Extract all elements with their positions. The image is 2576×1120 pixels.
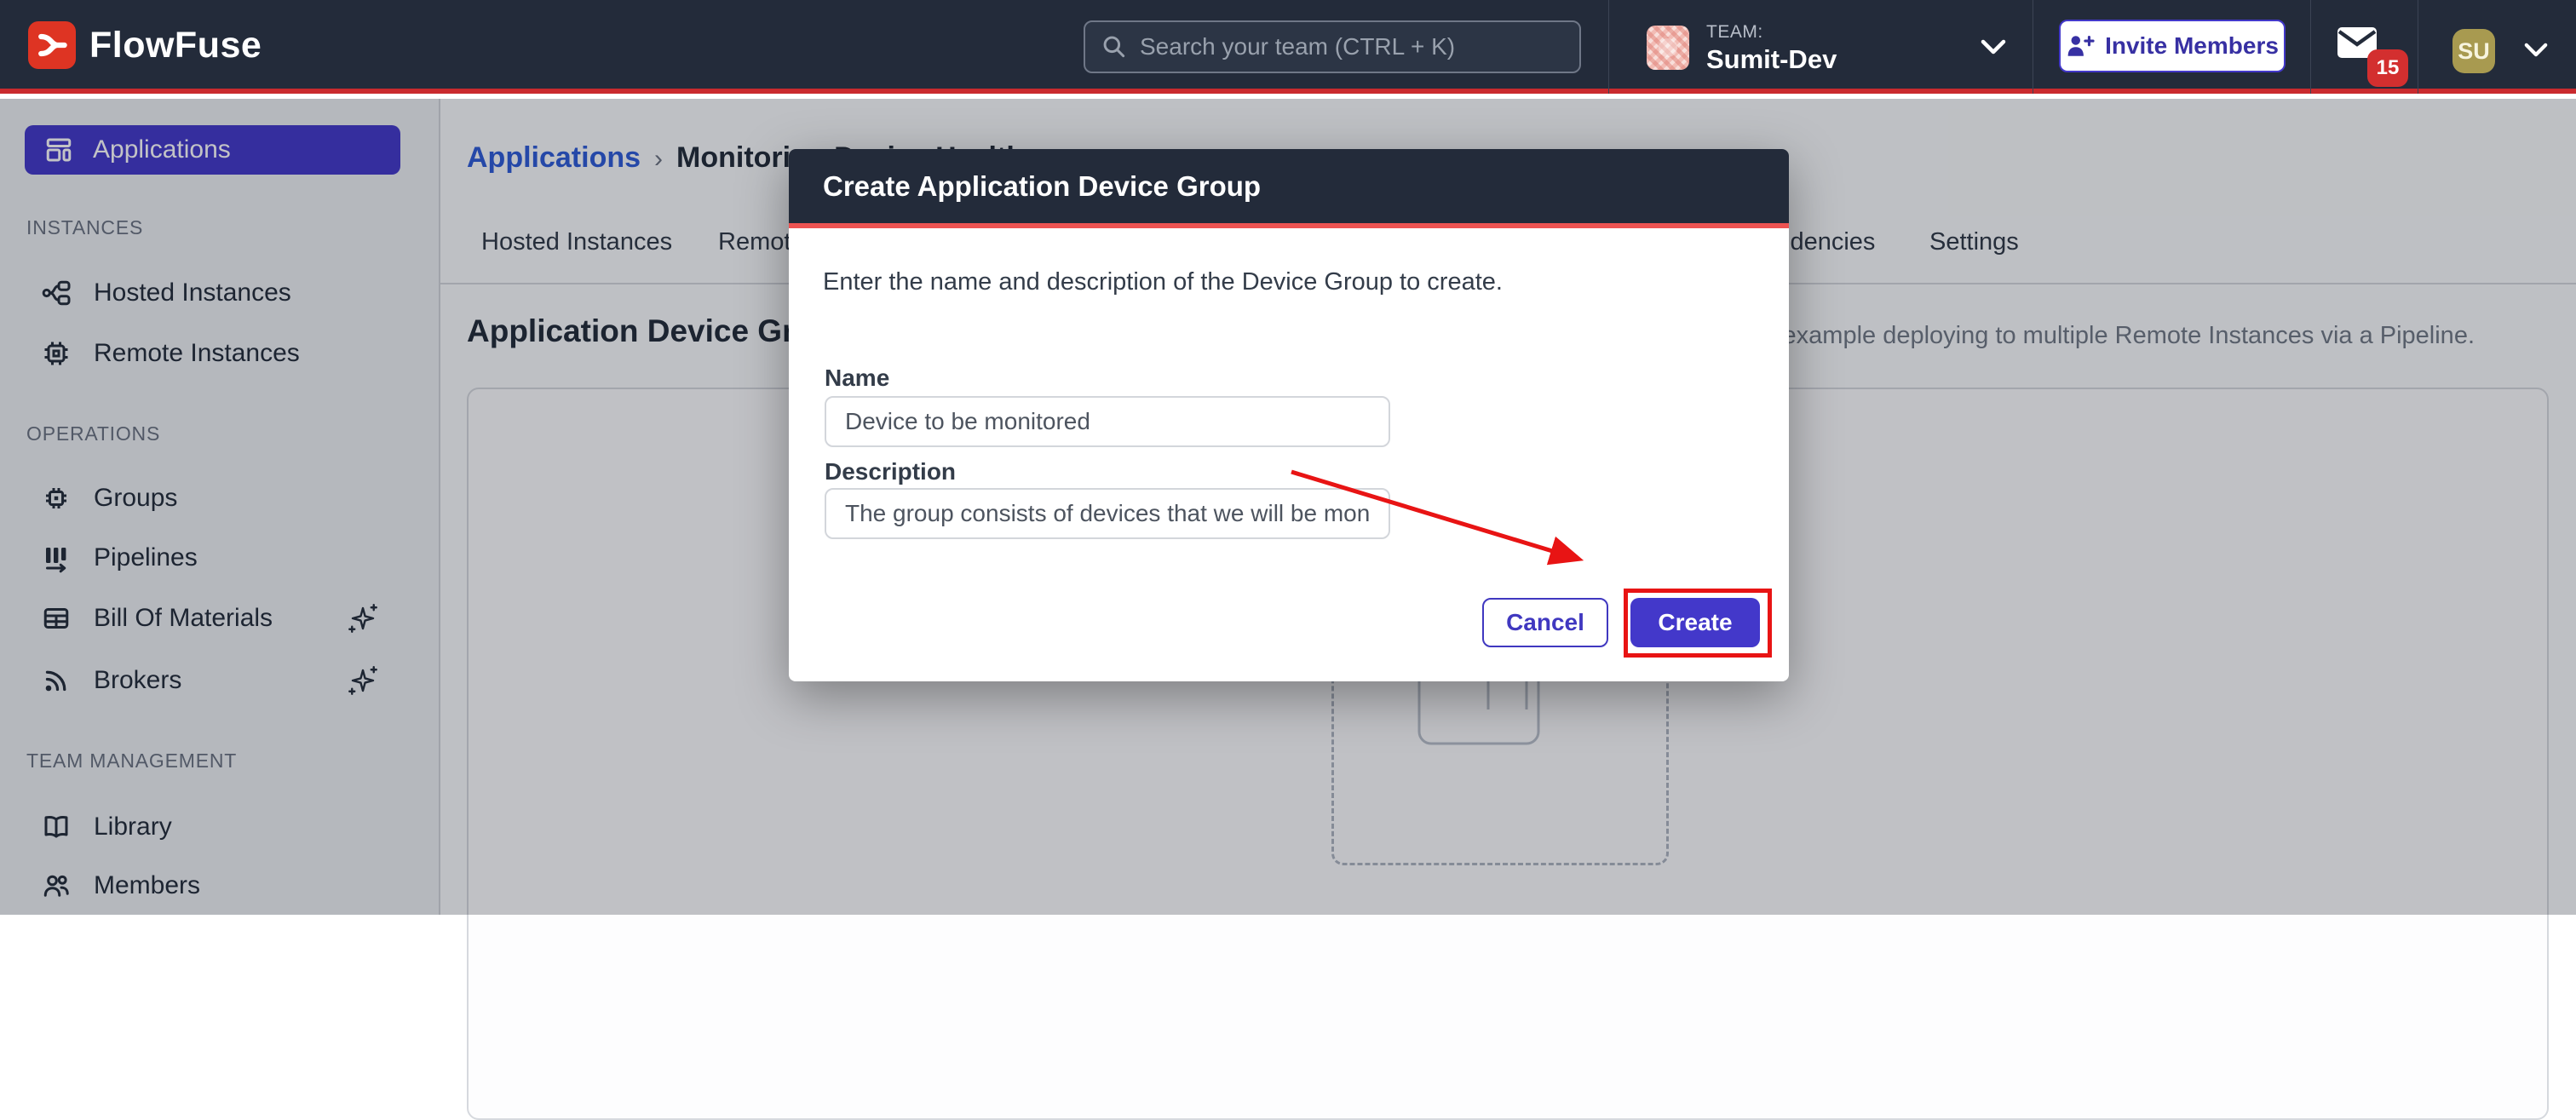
sidebar-item-label: Remote Instances — [94, 339, 300, 368]
notifications-button[interactable]: 15 — [2336, 26, 2412, 89]
invite-members-button[interactable]: Invite Members — [2059, 20, 2286, 72]
sparkles-icon — [348, 603, 378, 634]
team-selector[interactable]: TEAM: Sumit-Dev — [1647, 0, 2021, 94]
breadcrumb-applications-link[interactable]: Applications — [467, 141, 641, 175]
invite-members-label: Invite Members — [2105, 32, 2279, 60]
chevron-down-icon — [2524, 43, 2548, 57]
sidebar-item-label: Pipelines — [94, 543, 198, 572]
sidebar-item-label: Library — [94, 813, 172, 841]
description-label: Description — [825, 458, 956, 485]
name-field[interactable] — [825, 396, 1390, 447]
cancel-button[interactable]: Cancel — [1482, 598, 1608, 647]
sidebar-item-label: Brokers — [94, 666, 181, 695]
sparkles-icon — [348, 665, 378, 696]
groups-icon — [41, 483, 72, 514]
top-navbar: FlowFuse TEAM: Sumit-Dev Invite Members — [0, 0, 2576, 94]
logo-text: FlowFuse — [89, 25, 262, 66]
sidebar-item-label: Bill Of Materials — [94, 604, 273, 633]
sidebar-item-library[interactable]: Library — [41, 808, 407, 846]
chevron-down-icon — [1981, 39, 2006, 55]
sidebar-item-remote-instances[interactable]: Remote Instances — [41, 335, 407, 372]
create-device-group-modal: Create Application Device Group Enter th… — [789, 149, 1789, 681]
team-label: TEAM: — [1706, 22, 1763, 43]
team-name: Sumit-Dev — [1706, 44, 1837, 75]
sidebar-item-groups[interactable]: Groups — [41, 480, 407, 517]
sidebar-item-brokers[interactable]: Brokers — [41, 662, 407, 699]
sidebar-item-label: Applications — [93, 135, 231, 164]
sidebar-item-hosted-instances[interactable]: Hosted Instances — [41, 274, 407, 312]
pipelines-icon — [41, 543, 72, 573]
sidebar-section-operations: OPERATIONS — [26, 422, 160, 445]
sidebar-item-applications[interactable]: Applications — [25, 125, 400, 175]
bill-of-materials-icon — [41, 603, 72, 634]
search-icon — [1101, 33, 1128, 60]
page-description: example deploying to multiple Remote Ins… — [1783, 322, 2475, 350]
search-input[interactable] — [1140, 33, 1564, 60]
sidebar-section-instances: INSTANCES — [26, 216, 143, 239]
team-avatar — [1647, 26, 1689, 70]
modal-title: Create Application Device Group — [823, 170, 1261, 203]
sidebar-item-label: Members — [94, 871, 200, 900]
modal-header: Create Application Device Group — [789, 149, 1789, 223]
team-search[interactable] — [1084, 20, 1581, 73]
sidebar-item-pipelines[interactable]: Pipelines — [41, 539, 407, 577]
breadcrumb-separator: › — [654, 145, 663, 174]
tab-settings[interactable]: Settings — [1929, 228, 2019, 256]
flowfuse-logo[interactable]: FlowFuse — [28, 21, 262, 69]
sidebar-item-bill-of-materials[interactable]: Bill Of Materials — [41, 600, 407, 637]
brokers-icon — [41, 665, 72, 696]
hosted-instances-icon — [41, 278, 72, 308]
user-menu[interactable]: SU — [2452, 26, 2563, 77]
sidebar-item-label: Groups — [94, 484, 177, 513]
avatar: SU — [2452, 29, 2495, 73]
tab-hosted-instances[interactable]: Hosted Instances — [481, 228, 672, 256]
page-body: Applications INSTANCES Hosted Instances … — [0, 99, 2576, 915]
create-button[interactable]: Create — [1630, 598, 1760, 647]
navbar-divider — [2310, 0, 2311, 94]
flowfuse-logo-icon — [28, 21, 76, 69]
sidebar-section-team-management: TEAM MANAGEMENT — [26, 750, 237, 773]
notification-count-badge: 15 — [2367, 49, 2408, 87]
applications-icon — [43, 135, 74, 165]
members-icon — [41, 870, 72, 901]
sidebar-item-label: Hosted Instances — [94, 279, 291, 307]
sidebar-item-members[interactable]: Members — [41, 867, 407, 905]
name-label: Name — [825, 365, 889, 392]
navbar-divider — [1608, 0, 1609, 94]
sidebar: Applications INSTANCES Hosted Instances … — [0, 99, 440, 915]
description-field[interactable] — [825, 488, 1390, 539]
remote-instances-icon — [41, 338, 72, 369]
modal-intro-text: Enter the name and description of the De… — [823, 268, 1503, 296]
modal-accent-line — [789, 223, 1789, 228]
person-plus-icon — [2066, 33, 2095, 59]
library-icon — [41, 812, 72, 842]
